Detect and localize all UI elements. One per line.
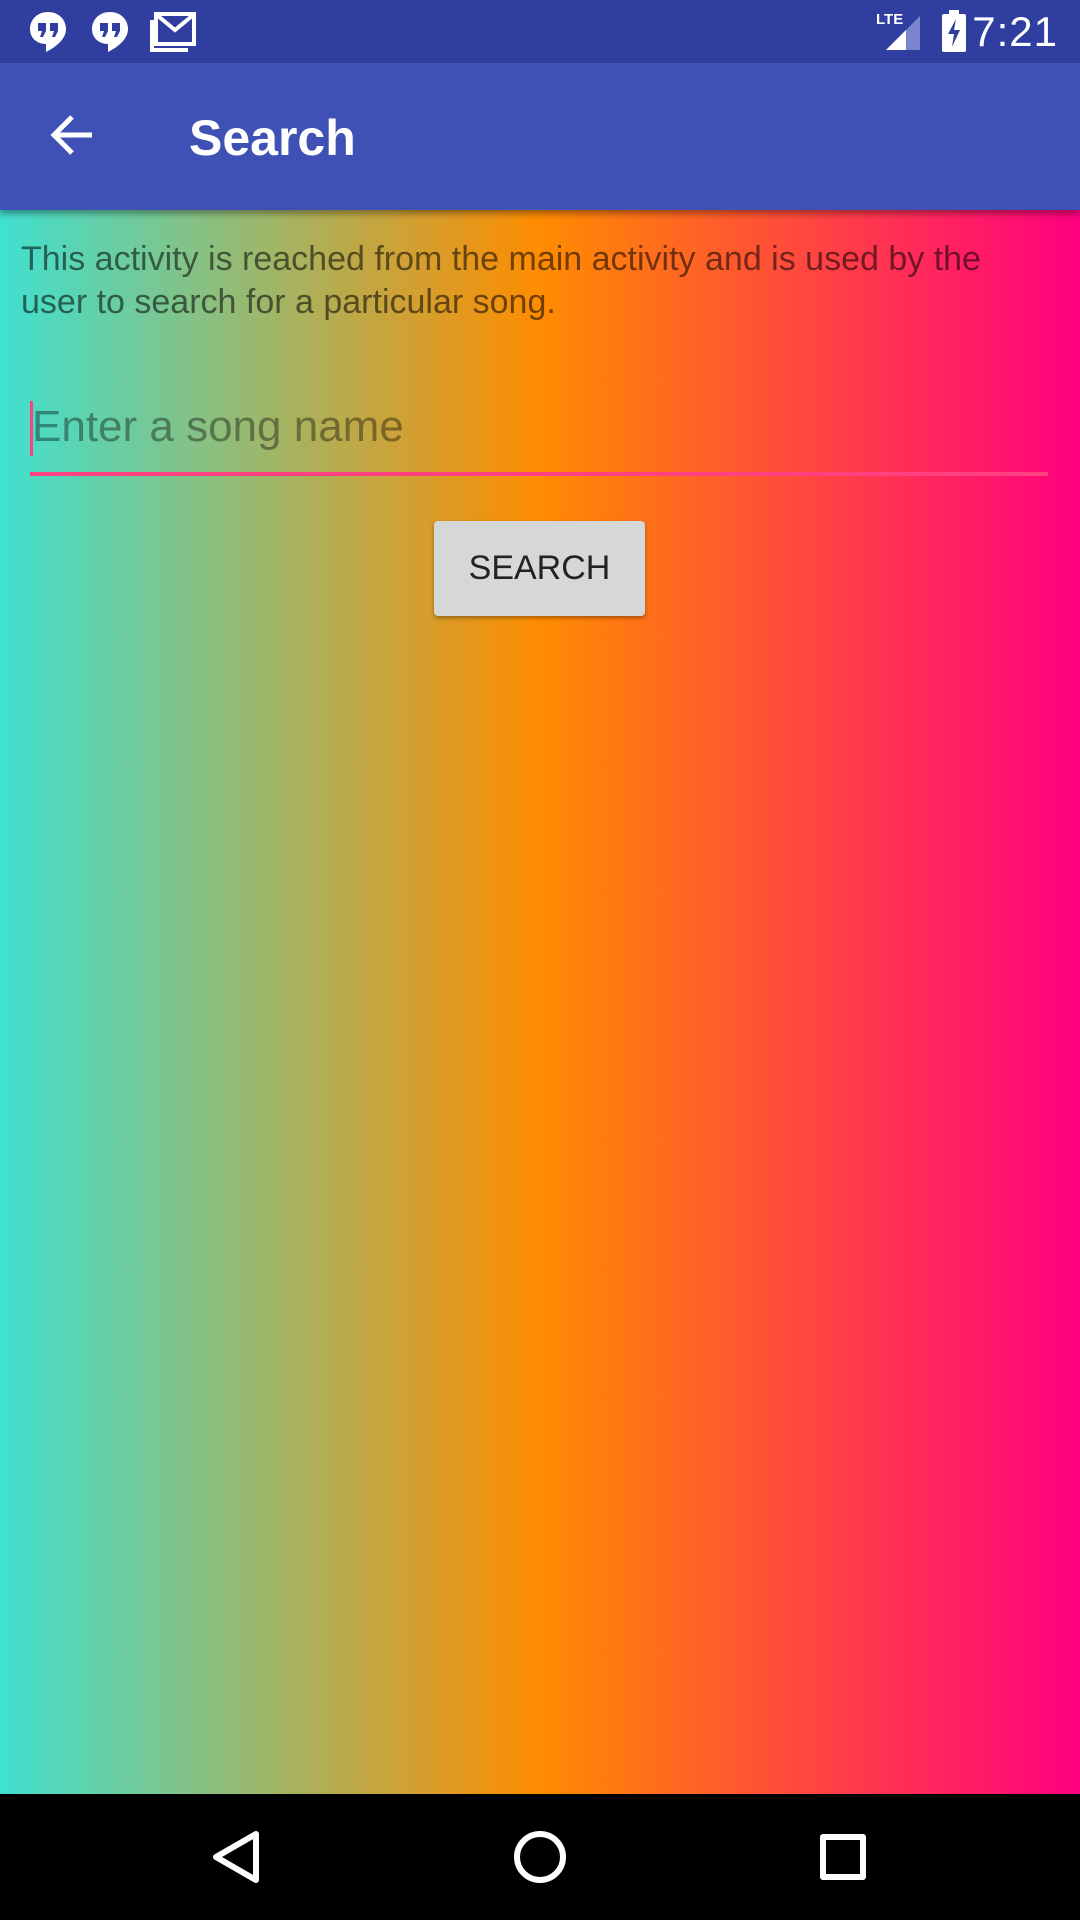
gmail-icon [150, 12, 196, 57]
home-circle-icon[interactable] [505, 1822, 575, 1892]
arrow-back-icon [48, 111, 96, 164]
song-name-input[interactable] [30, 387, 1048, 467]
content-area: This activity is reached from the main a… [0, 210, 1080, 1794]
battery-charging-icon [940, 10, 968, 57]
back-button[interactable] [34, 99, 110, 175]
page-title: Search [189, 110, 356, 166]
input-underline [30, 472, 1048, 476]
lte-signal-icon: LTE [876, 10, 922, 57]
description-text: This activity is reached from the main a… [21, 240, 981, 321]
recents-square-icon[interactable] [808, 1822, 878, 1892]
hangouts-icon [90, 10, 130, 59]
svg-text:LTE: LTE [876, 11, 903, 28]
status-time: 7:21 [972, 8, 1058, 55]
search-button[interactable]: SEARCH [434, 521, 645, 616]
app-bar: Search [0, 63, 1080, 210]
song-input-container [30, 387, 1048, 477]
text-cursor [30, 401, 33, 456]
back-triangle-icon[interactable] [202, 1822, 272, 1892]
hangouts-icon [28, 10, 68, 59]
navigation-bar [0, 1794, 1080, 1920]
status-bar: LTE 7:21 [0, 0, 1080, 63]
